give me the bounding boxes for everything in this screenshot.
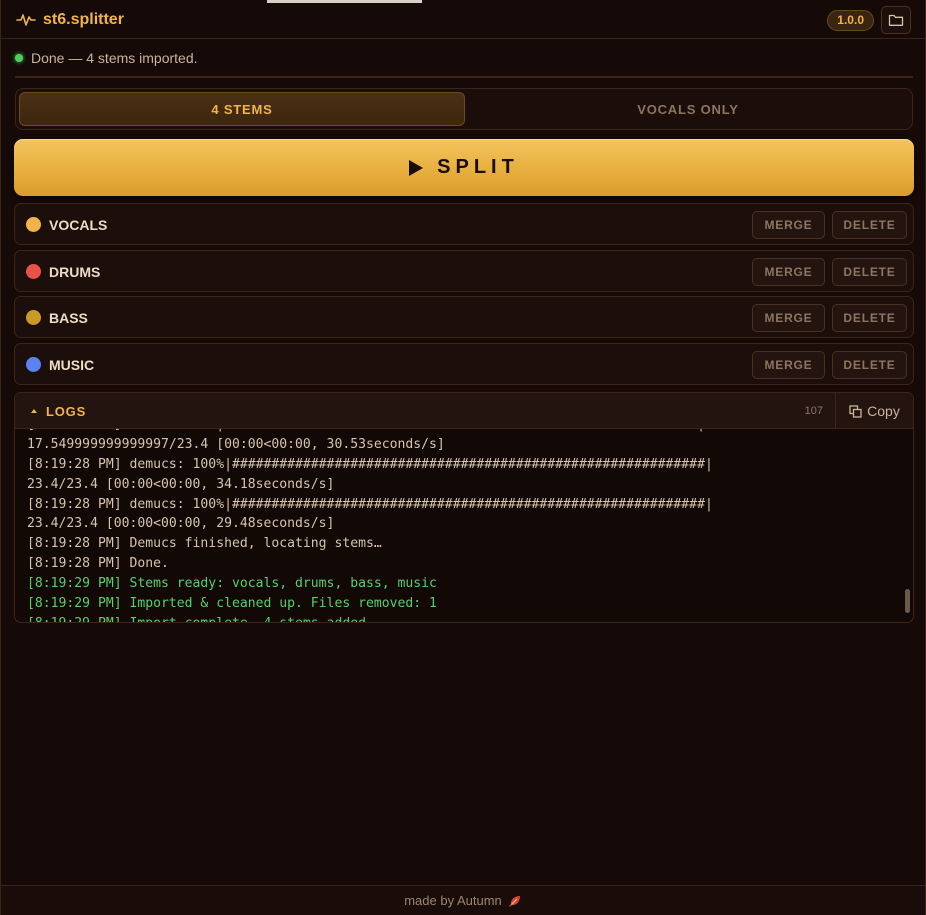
footer-credit: made by Autumn — [404, 893, 502, 908]
copy-logs-label: Copy — [867, 403, 900, 419]
stem-color-dot-icon — [26, 217, 41, 232]
divider — [15, 76, 913, 78]
app-title: st6.splitter — [43, 11, 124, 28]
log-line: [8:19:28 PM] Done. — [27, 556, 169, 572]
tab-4-stems[interactable]: 4 STEMS — [19, 92, 465, 126]
tab-vocals-only[interactable]: VOCALS ONLY — [465, 92, 911, 126]
log-line: 17.549999999999997/23.4 [00:00<00:00, 30… — [27, 436, 445, 452]
logs-count: 107 — [804, 405, 823, 417]
log-line: 23.4/23.4 [00:00<00:00, 34.18seconds/s] — [27, 476, 335, 492]
stem-color-dot-icon — [26, 264, 41, 279]
delete-button[interactable]: DELETE — [832, 304, 907, 332]
split-button[interactable]: SPLIT — [14, 139, 914, 196]
logs-scroll-area[interactable]: [8:19:28 PM] demucs: 75%|###############… — [15, 429, 913, 622]
logs-header[interactable]: LOGS 107 Copy — [15, 393, 913, 429]
stem-row-vocals: VOCALS MERGE DELETE — [14, 203, 914, 245]
waveform-icon — [16, 14, 36, 26]
delete-button[interactable]: DELETE — [832, 258, 907, 286]
log-line: [8:19:29 PM] Stems ready: vocals, drums,… — [27, 576, 437, 592]
merge-button[interactable]: MERGE — [752, 258, 825, 286]
play-icon — [409, 159, 424, 176]
log-line: [8:19:29 PM] Imported & cleaned up. File… — [27, 596, 437, 612]
open-folder-button[interactable] — [881, 6, 911, 34]
split-button-label: SPLIT — [437, 156, 519, 178]
footer: made by Autumn — [1, 885, 925, 915]
log-line: 23.4/23.4 [00:00<00:00, 29.48seconds/s] — [27, 516, 335, 532]
collapse-caret-icon[interactable] — [31, 409, 37, 413]
stem-row-bass: BASS MERGE DELETE — [14, 296, 914, 338]
stem-name: VOCALS — [49, 217, 108, 233]
merge-button[interactable]: MERGE — [752, 304, 825, 332]
merge-button[interactable]: MERGE — [752, 211, 825, 239]
version-badge: 1.0.0 — [827, 10, 874, 31]
log-line: [8:19:28 PM] demucs: 100%|##############… — [27, 456, 713, 472]
delete-button[interactable]: DELETE — [832, 211, 907, 239]
header: st6.splitter 1.0.0 — [1, 0, 925, 39]
leaf-icon — [508, 895, 520, 907]
logs-scrollbar[interactable] — [905, 589, 910, 613]
logs-panel: LOGS 107 Copy [8:19:28 PM] demucs: 75%|#… — [14, 392, 914, 623]
copy-icon — [849, 404, 862, 418]
stem-row-music: MUSIC MERGE DELETE — [14, 343, 914, 385]
stem-name: BASS — [49, 310, 88, 326]
log-line: [8:19:28 PM] Demucs finished, locating s… — [27, 536, 382, 552]
status-line: Done — 4 stems imported. — [15, 50, 198, 66]
app-window: st6.splitter 1.0.0 Done — 4 stems import… — [0, 0, 926, 915]
stem-color-dot-icon — [26, 357, 41, 372]
stem-name: MUSIC — [49, 357, 95, 373]
log-line: [8:19:29 PM] Import complete. 4 stems ad… — [27, 614, 893, 622]
stem-name: DRUMS — [49, 264, 101, 280]
delete-button[interactable]: DELETE — [832, 351, 907, 379]
log-line: [8:19:28 PM] demucs: 100%|##############… — [27, 496, 713, 512]
stem-color-dot-icon — [26, 310, 41, 325]
mode-tabs: 4 STEMS VOCALS ONLY — [15, 88, 913, 130]
logs-title: LOGS — [46, 404, 87, 419]
log-lines: [8:19:28 PM] demucs: 75%|###############… — [27, 429, 893, 622]
status-text: Done — 4 stems imported. — [31, 50, 198, 66]
status-dot-icon — [15, 54, 23, 62]
copy-logs-button[interactable]: Copy — [835, 393, 913, 429]
stem-row-drums: DRUMS MERGE DELETE — [14, 250, 914, 292]
merge-button[interactable]: MERGE — [752, 351, 825, 379]
folder-icon — [888, 14, 904, 26]
